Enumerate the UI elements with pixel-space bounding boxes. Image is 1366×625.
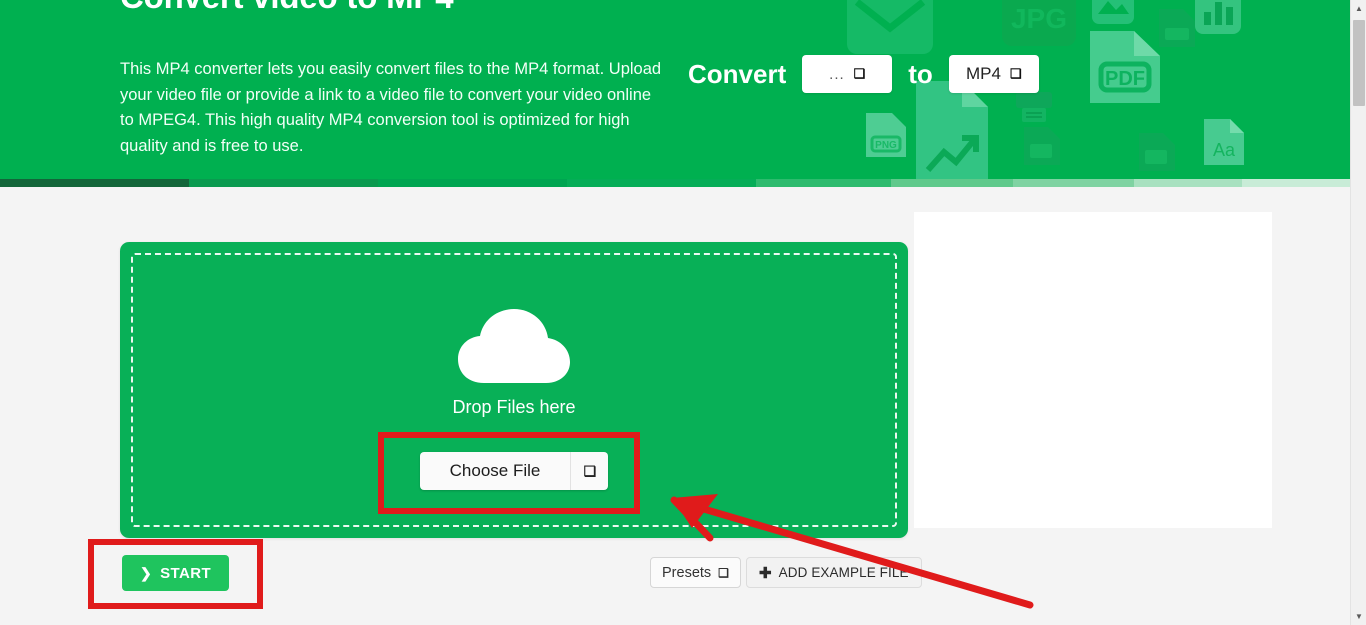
header-progress-stripe (0, 179, 1350, 187)
text-file-icon-left (1024, 127, 1060, 165)
source-format-value: ... (829, 65, 845, 83)
main-content: Drop Files here Choose File ❏ ❯ START Pr… (0, 186, 1350, 625)
page-description: This MP4 converter lets you easily conve… (120, 60, 662, 155)
convert-format-row: Convert ... ❏ to MP4 ❏ (688, 55, 1039, 93)
cloud-upload-icon (458, 309, 570, 383)
printer-icon (1016, 92, 1052, 122)
pdf-file-icon: PDF (1090, 31, 1160, 103)
chevron-right-icon: ❯ (140, 564, 153, 581)
bar-chart-icon (1195, 0, 1241, 34)
presets-button[interactable]: Presets ❏ (650, 557, 741, 588)
svg-text:Aa: Aa (1213, 140, 1236, 160)
chevron-down-icon: ❏ (853, 66, 866, 81)
envelope-icon (847, 0, 933, 54)
page-root: JPG PDF PNG Aa This MP4 converter lets y… (0, 0, 1366, 625)
chevron-down-icon[interactable]: ❏ (571, 452, 608, 490)
chevron-down-icon: ❏ (718, 565, 729, 580)
scrollbar-thumb[interactable] (1353, 20, 1365, 106)
source-format-select[interactable]: ... ❏ (802, 55, 893, 93)
triangle-down-icon[interactable]: ▼ (1351, 608, 1366, 625)
svg-text:JPG: JPG (1011, 3, 1067, 34)
chevron-down-icon: ❏ (1009, 66, 1022, 81)
target-format-value: MP4 (965, 64, 1001, 83)
plus-icon: ✚ (759, 564, 772, 582)
drop-files-label: Drop Files here (452, 397, 576, 417)
triangle-up-icon[interactable]: ▲ (1351, 0, 1366, 17)
chart-line-file-icon (916, 81, 988, 185)
side-ad-panel (914, 212, 1272, 528)
aa-font-file-icon: Aa (1204, 119, 1244, 165)
text-file-icon-right (1139, 133, 1175, 171)
image-file-icon (1092, 0, 1134, 24)
choose-file-button[interactable]: Choose File ❏ (419, 452, 609, 490)
vertical-scrollbar[interactable]: ▲ ▼ (1350, 0, 1366, 625)
add-example-file-button[interactable]: ✚ ADD EXAMPLE FILE (746, 557, 922, 588)
to-label: to (908, 58, 933, 89)
convert-label: Convert (688, 58, 787, 89)
png-file-icon: PNG (866, 113, 906, 157)
add-example-file-label: ADD EXAMPLE FILE (778, 565, 909, 580)
jpg-file-icon: JPG (1002, 0, 1076, 46)
start-button-label: START (160, 564, 212, 582)
svg-text:PNG: PNG (875, 140, 897, 151)
doc-file-icon-top (1159, 9, 1195, 47)
start-button[interactable]: ❯ START (122, 555, 230, 591)
presets-label: Presets (662, 564, 712, 581)
hero-header: JPG PDF PNG Aa This MP4 converter lets y… (0, 0, 1350, 186)
choose-file-label: Choose File (420, 452, 572, 490)
page-title: Convert video to MP4 (120, 0, 454, 16)
file-dropzone[interactable]: Drop Files here Choose File ❏ (120, 242, 908, 538)
target-format-select[interactable]: MP4 ❏ (948, 55, 1039, 93)
svg-text:PDF: PDF (1105, 68, 1145, 90)
